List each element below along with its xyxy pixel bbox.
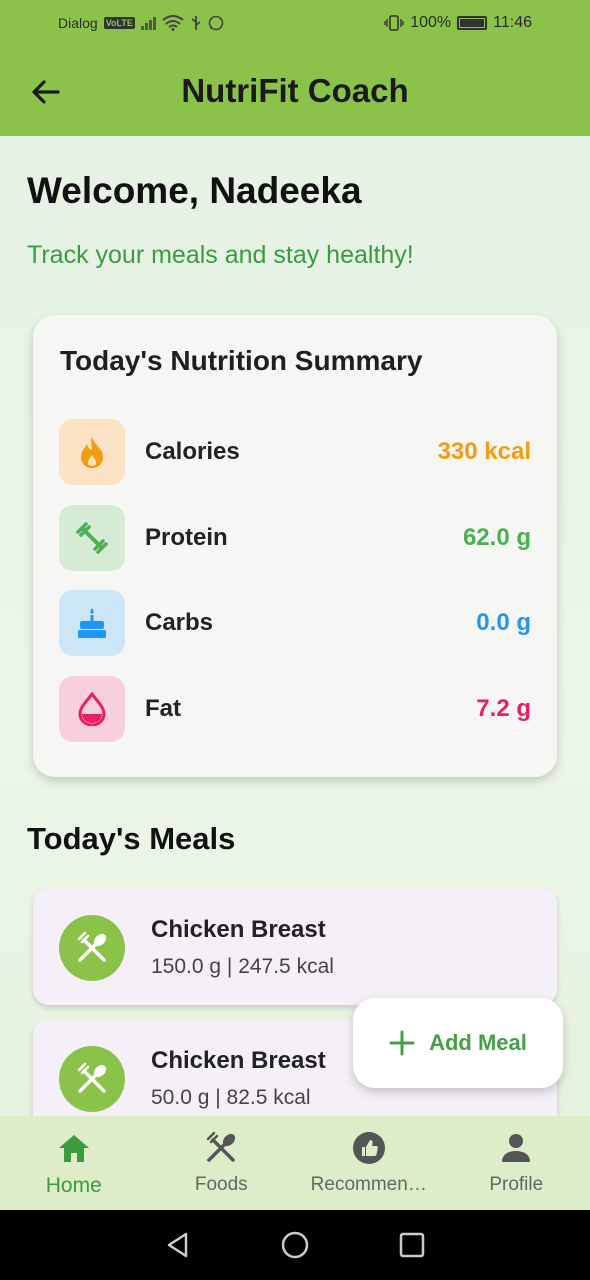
fire-icon: [59, 419, 125, 485]
welcome-heading: Welcome, Nadeeka: [27, 170, 362, 211]
app-bar: NutriFit Coach: [0, 46, 590, 136]
welcome-tagline: Track your meals and stay healthy!: [27, 241, 414, 269]
nav-item-profile[interactable]: Profile: [443, 1116, 590, 1210]
nav-item-foods[interactable]: Foods: [148, 1116, 296, 1210]
nutrition-summary-card: Today's Nutrition Summary Calories 330 k…: [33, 315, 557, 777]
meal-card[interactable]: Chicken Breast 150.0 g | 247.5 kcal: [33, 888, 557, 1005]
triangle-back-icon: [168, 1232, 188, 1258]
protein-value: 62.0 g: [462, 524, 531, 551]
fat-label: Fat: [145, 695, 181, 722]
nav-label: Foods: [194, 1174, 248, 1195]
battery-percent: 100%: [410, 14, 452, 31]
calories-label: Calories: [145, 438, 240, 465]
app-title: NutriFit Coach: [181, 72, 409, 109]
status-right: 100% 11:46: [384, 14, 532, 32]
meal-name: Chicken Breast: [151, 916, 326, 943]
protein-label: Protein: [145, 524, 228, 551]
thumbs-up-icon: [351, 1130, 387, 1166]
whatsapp-icon: [208, 15, 224, 31]
back-button[interactable]: [28, 74, 64, 110]
carbs-label: Carbs: [145, 609, 214, 636]
wifi-icon: [162, 15, 184, 31]
utensils-icon: [59, 915, 125, 981]
system-navigation-bar: [0, 1210, 590, 1280]
dumbbell-icon: [59, 505, 125, 571]
square-recents-icon: [399, 1232, 424, 1258]
meal-name: Chicken Breast: [151, 1047, 326, 1074]
nav-label: Recommen…: [310, 1174, 427, 1195]
nutrition-row-carbs: Carbs 0.0 g: [59, 590, 531, 656]
carrier-name: Dialog: [58, 15, 98, 31]
vibrate-icon: [384, 15, 404, 31]
home-icon: [56, 1130, 92, 1166]
usb-icon: [191, 16, 201, 30]
nav-item-home[interactable]: Home: [0, 1116, 148, 1210]
utensils-icon: [59, 1046, 125, 1112]
signal-icon: [140, 16, 156, 30]
add-meal-button[interactable]: Add Meal: [353, 998, 563, 1088]
utensils-icon: [203, 1130, 239, 1166]
nutrition-row-protein: Protein 62.0 g: [59, 505, 531, 571]
meal-detail: 50.0 g | 82.5 kcal: [151, 1086, 311, 1109]
person-icon: [498, 1130, 534, 1166]
meals-section-title: Today's Meals: [27, 821, 236, 856]
battery-icon: [457, 16, 488, 30]
calories-value: 330 kcal: [437, 438, 531, 465]
meal-detail: 150.0 g | 247.5 kcal: [151, 955, 334, 978]
arrow-left-icon: [32, 80, 60, 104]
carbs-value: 0.0 g: [476, 609, 531, 636]
drop-icon: [59, 676, 125, 742]
nutrition-row-calories: Calories 330 kcal: [59, 419, 531, 485]
nav-label: Home: [45, 1174, 102, 1197]
main-content[interactable]: Welcome, Nadeeka Track your meals and st…: [0, 136, 590, 1116]
plus-icon: [389, 1030, 415, 1056]
status-left: Dialog VoLTE: [58, 15, 224, 31]
clock: 11:46: [493, 14, 532, 31]
cake-icon: [59, 590, 125, 656]
bottom-navigation: Home Foods Recommen… Profile: [0, 1116, 590, 1210]
system-recents-button[interactable]: [392, 1225, 432, 1265]
system-back-button[interactable]: [158, 1225, 198, 1265]
nav-label: Profile: [489, 1174, 544, 1195]
nav-item-recommendations[interactable]: Recommen…: [295, 1116, 443, 1210]
add-meal-label: Add Meal: [429, 1030, 527, 1055]
status-bar: Dialog VoLTE 100% 11:46: [0, 0, 590, 46]
fat-value: 7.2 g: [476, 695, 531, 722]
nutrition-row-fat: Fat 7.2 g: [59, 676, 531, 742]
volte-badge: VoLTE: [103, 17, 135, 29]
circle-home-icon: [281, 1231, 309, 1259]
system-home-button[interactable]: [275, 1225, 315, 1265]
summary-title: Today's Nutrition Summary: [60, 345, 423, 376]
